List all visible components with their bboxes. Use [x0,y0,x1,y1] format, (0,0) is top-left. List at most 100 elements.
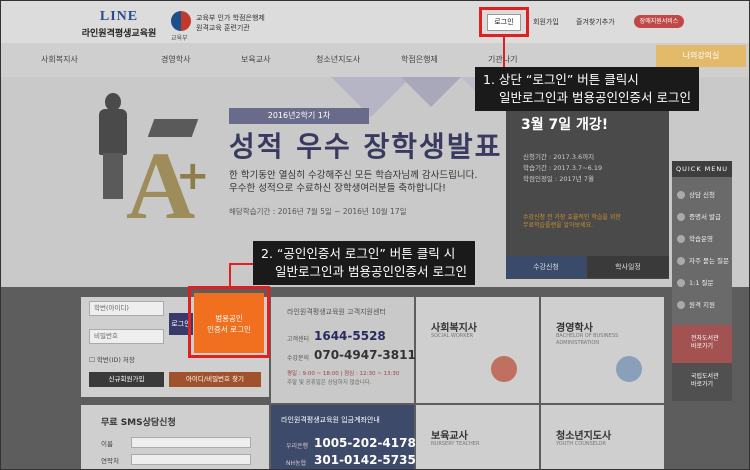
callout-1-line-2: 일반로그인과 범용공인인증서 로그인 [499,90,691,105]
callout-2-line-1: 2. “공인인증서 로그인” 버튼 클릭 시 [261,246,456,261]
nav-item-youth[interactable]: 청소년지도사 [316,54,360,65]
tile-title: 사회복지사 [431,323,477,334]
nav-item-business[interactable]: 경영학사 [161,54,190,65]
site-header: LINE 라인원격평생교육원 교육부 교육부 인가 학점은행제 원격교육 훈련기… [1,1,749,43]
ministry-text-line-1: 교육부 인가 학점은행제 [196,14,265,22]
inquiry-phone: 070-4947-3811 [314,348,416,362]
login-highlight-box [479,7,529,37]
tile-subtitle: SOCIAL WORKER [431,333,474,339]
quick-menu-item[interactable]: 1:1 질문 [677,277,729,291]
accessibility-service-button[interactable]: 장애지원서비스 [634,15,684,28]
e-library-label: 전자도서관 바로가기 [691,335,719,351]
tile-title: 보육교사 [431,431,468,442]
cert-highlight-box [188,286,270,358]
support-hours-note: 주말 및 공휴일은 상담하지 않습니다. [287,380,372,386]
ministry-text-line-2: 원격교육 훈련기관 [196,24,250,32]
tile-title: 경영학사 [556,323,593,334]
quick-menu-label: 자주 묻는 질문 [689,257,730,265]
site-logo[interactable]: LINE 라인원격평생교육원 [79,9,159,39]
tile-title: 청소년지도사 [556,431,612,442]
sms-phone-input[interactable] [131,454,251,465]
faq-icon [677,257,685,265]
tile-subtitle: NURSERY TEACHER [431,441,480,447]
certificate-icon [677,213,685,221]
hero-desc-line-1: 한 학기동안 열심히 수강해주신 모든 학습자님께 감사드립니다. [229,170,478,181]
callout-connector [229,263,253,265]
decor-triangle [401,77,461,107]
hero-title: 성적 우수 장학생발표 [229,130,503,163]
promo-line: 신청기간 : 2017.3.6까지 [523,153,595,161]
course-tile-social-welfare[interactable] [416,297,539,403]
account-title: 라인원격평생교육원 입금계좌안내 [281,416,380,424]
callout-connector [503,37,505,67]
hero-description: 한 학기동안 열심히 수강해주신 모든 학습자님께 감사드립니다. 우수한 성적… [229,169,477,195]
e-library-line-2: 바로가기 [691,343,714,350]
ministry-text: 교육부 인가 학점은행제 원격교육 훈련기관 [196,13,265,33]
ministry-label: 교육부 [171,35,188,42]
qna-icon [677,279,685,287]
chart-icon [616,356,642,382]
save-id-checkbox[interactable]: ☐ 학번(ID) 저장 [89,354,135,364]
tile-subtitle: BACHELOR OF BUSINESS ADMINISTRATION [556,333,618,347]
promo-line: 학점인정일 : 2017년 7월 [523,175,594,183]
support-title: 라인원격평생교육원 고객지원센터 [287,308,386,316]
schedule-button[interactable]: 학사일정 [587,256,669,278]
quick-menu-label: 원격 지원 [689,301,715,309]
promo-note: 수강신청 전 가장 효율적인 학습을 위한 무료학습플랜을 알아보세요. [523,214,621,230]
national-library-line-2: 바로가기 [691,381,714,388]
quick-menu-item[interactable]: 원격 지원 [677,299,729,313]
support-label: 고객센터 [287,336,310,343]
page-frame: LINE 라인원격평생교육원 교육부 교육부 인가 학점은행제 원격교육 훈련기… [0,0,750,470]
tile-subtitle-line-2: ADMINISTRATION [556,340,600,346]
sms-title: 무료 SMS상담신청 [101,418,176,428]
consult-icon [677,191,685,199]
e-library-line-1: 전자도서관 [691,335,719,342]
promo-note-line-2: 무료학습플랜을 알아보세요. [523,222,594,229]
quick-menu-label: 증명서 발급 [689,213,721,221]
support-label: 수강문의 [287,355,310,362]
nav-item-social-welfare[interactable]: 사회복지사 [41,54,78,65]
ministry-badge: 교육부 교육부 인가 학점은행제 원격교육 훈련기관 [171,11,281,42]
nav-item-childcare[interactable]: 보육교사 [241,54,270,65]
signup-button[interactable]: 신규회원가입 [89,372,164,387]
heart-hand-icon [491,356,517,382]
bookmark-link[interactable]: 즐겨찾기추가 [576,17,615,31]
logo-name: 라인원격평생교육원 [81,29,157,39]
quick-menu-label: 상담 신청 [689,191,715,199]
sms-name-label: 이름 [101,440,113,448]
promo-line: 학습기간 : 2017.3.7~6.19 [523,164,603,172]
quick-menu-label: 학습운영 [689,235,713,243]
course-tile-business[interactable] [541,297,664,403]
quick-menu-item[interactable]: 증명서 발급 [677,211,729,225]
nav-item-credit-bank[interactable]: 학점은행제 [401,54,438,65]
remote-support-icon [677,301,685,309]
my-classroom-button[interactable]: 나의강의실 [656,45,746,67]
callout-1-line-1: 1. 상단 “로그인” 버튼 클릭시 [483,72,639,87]
logo-mark: LINE [99,9,139,24]
account-number: 1005-202-417818 [314,436,433,450]
callout-step-1: 1. 상단 “로그인” 버튼 클릭시 일반로그인과 범용공인인증서 로그인 [475,67,699,111]
hero-period: 해당학습기간 : 2016년 7월 5일 ~ 2016년 10월 17일 [229,207,407,216]
national-library-line-1: 국립도서관 [691,373,719,380]
student-body [99,109,127,155]
support-phone: 1644-5528 [314,329,386,343]
password-input[interactable]: 비밀번호 [89,329,164,344]
promo-title: 3월 7일 개강! [521,117,609,133]
plus-graphic: + [176,153,210,199]
quick-menu-item[interactable]: 자주 묻는 질문 [677,255,729,269]
quick-menu-title: QUICK MENU [672,161,732,177]
sms-name-input[interactable] [131,437,251,448]
ministry-emblem-icon [171,11,191,31]
tile-subtitle-line-1: BACHELOR OF BUSINESS [556,333,619,339]
id-input[interactable]: 학번(아이디) [89,301,164,316]
callout-step-2: 2. “공인인증서 로그인” 버튼 클릭 시 일반로그인과 범용공인인증서 로그… [253,241,475,285]
quick-menu-item[interactable]: 학습운영 [677,233,729,247]
callout-connector [229,263,231,287]
student-legs [103,153,123,199]
quick-menu-item[interactable]: 상담 신청 [677,189,729,203]
tile-subtitle: YOUTH COUNSELOR [556,441,606,447]
apply-button[interactable]: 수강신청 [506,256,586,278]
national-library-label: 국립도서관 바로가기 [691,373,719,389]
find-account-button[interactable]: 아이디/비밀번호 찾기 [169,372,261,387]
signup-link[interactable]: 회원가입 [533,17,559,31]
